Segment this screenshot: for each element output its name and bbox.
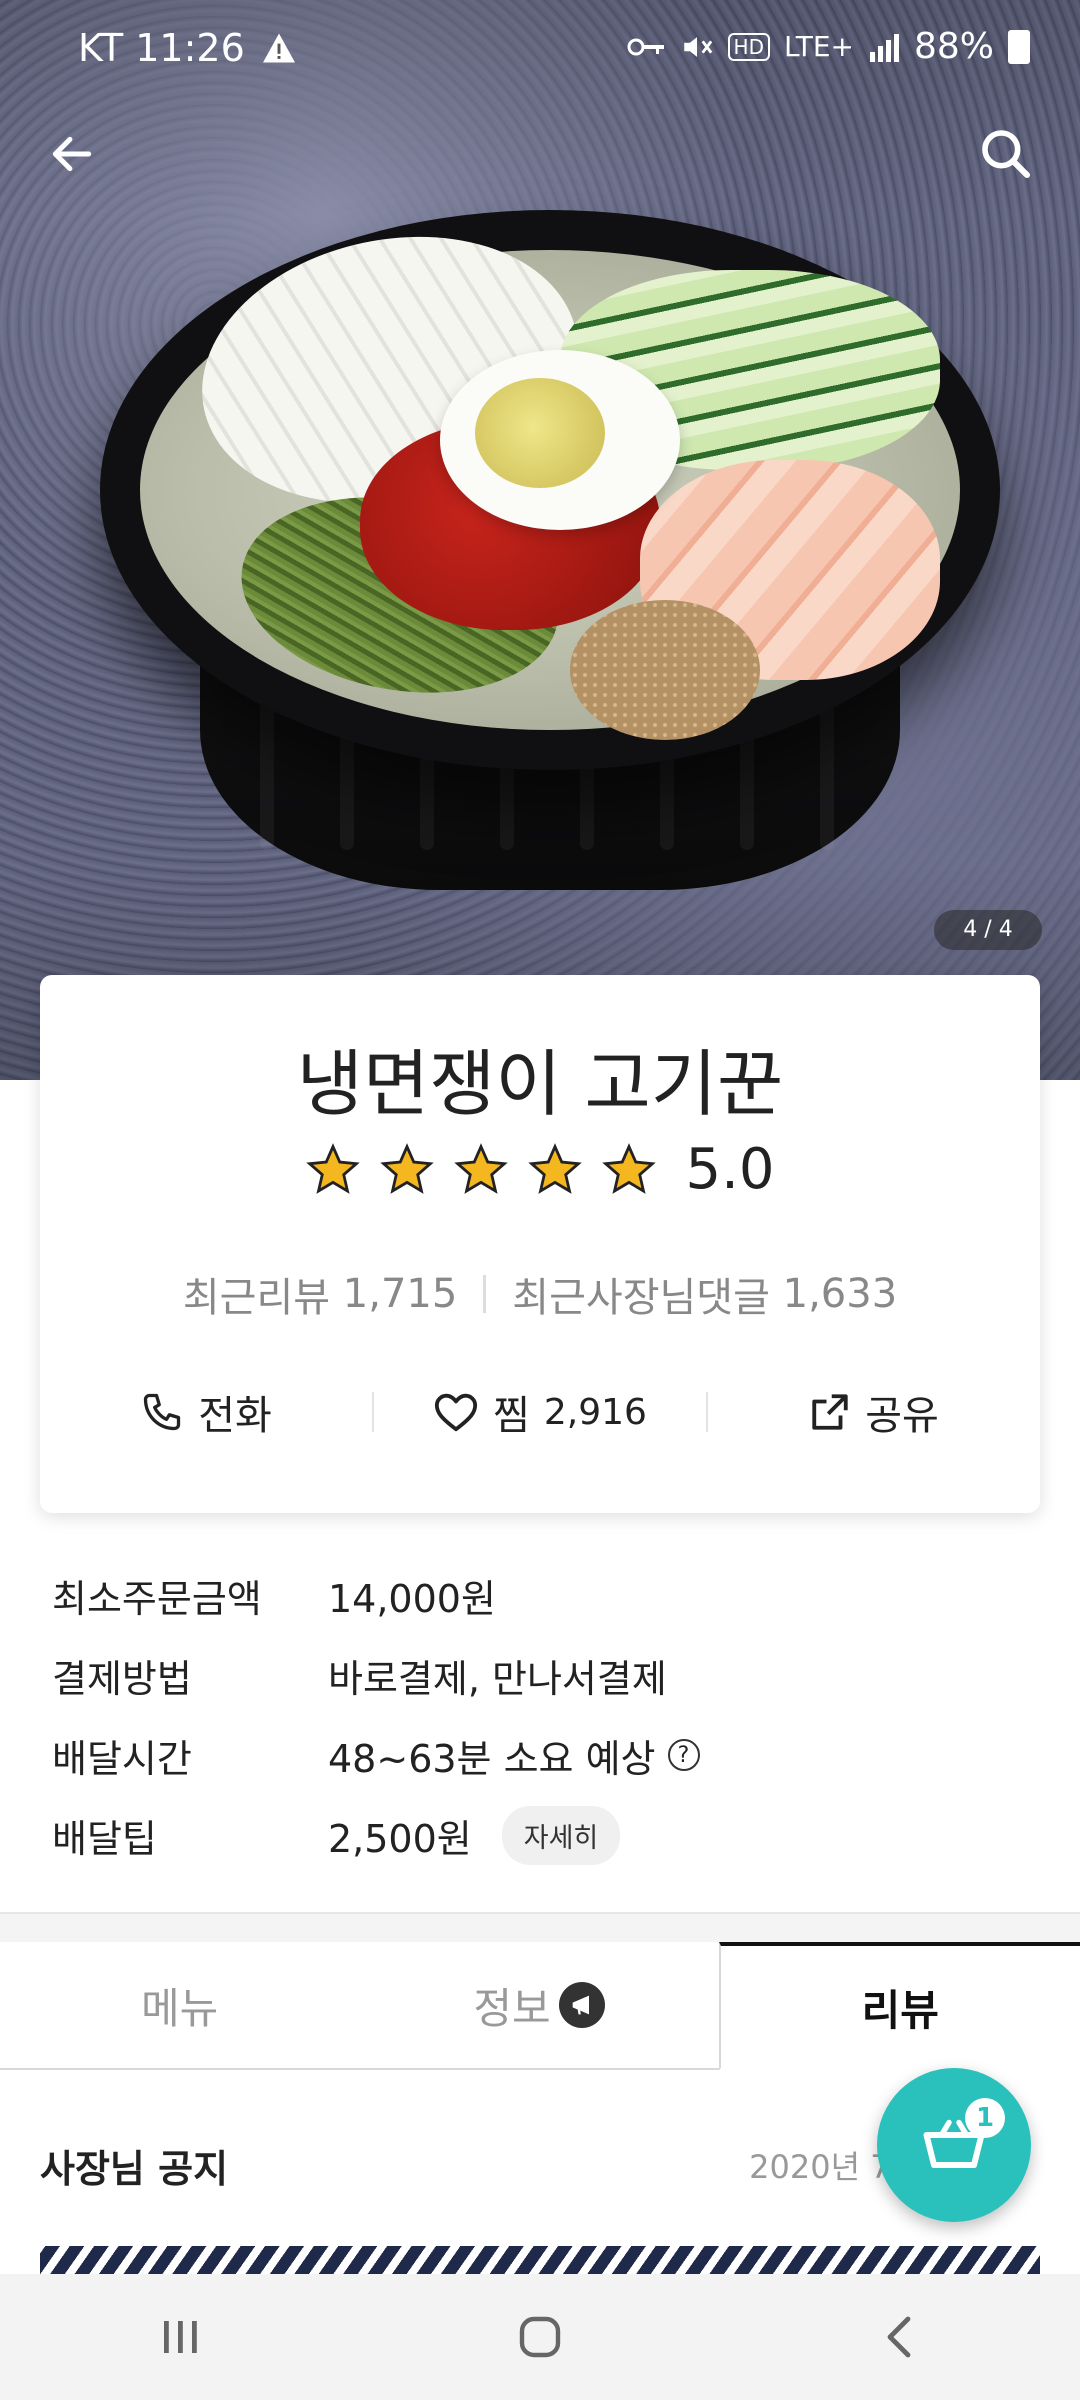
call-label: 전화 bbox=[198, 1393, 272, 1439]
heart-icon bbox=[434, 1393, 478, 1432]
chevron-left-icon bbox=[887, 2316, 911, 2358]
system-nav-bar bbox=[0, 2274, 1080, 2400]
delivery-time-value-wrap: 48~63분 소요 예상 ? bbox=[328, 1728, 700, 1783]
delivery-tip-row: 배달팁 2,500원 자세히 bbox=[52, 1795, 1032, 1875]
tip-detail-button[interactable]: 자세히 bbox=[501, 1805, 621, 1865]
tab-info[interactable]: 정보 bbox=[359, 1942, 718, 2068]
tab-label: 메뉴 bbox=[141, 1983, 219, 2033]
call-button[interactable]: 전화 bbox=[40, 1383, 372, 1441]
min-order-value: 14,000원 bbox=[328, 1576, 496, 1621]
warning-icon bbox=[262, 33, 295, 63]
share-button[interactable]: 공유 bbox=[708, 1383, 1040, 1441]
owner-replies-count: 1,633 bbox=[782, 1271, 898, 1317]
star-icon bbox=[306, 1142, 361, 1194]
tab-menu[interactable]: 메뉴 bbox=[0, 1942, 359, 2068]
star-icon bbox=[602, 1142, 657, 1194]
battery-level: 88% bbox=[913, 26, 994, 67]
owner-replies-label: 최근사장님댓글 bbox=[512, 1275, 770, 1321]
home-icon bbox=[519, 2316, 561, 2358]
star-icon bbox=[528, 1142, 583, 1194]
cart-count-badge: 1 bbox=[965, 2098, 1005, 2138]
cart-button[interactable]: 1 bbox=[877, 2068, 1031, 2222]
star-icon bbox=[380, 1142, 435, 1194]
delivery-tip-value: 2,500원 bbox=[328, 1816, 472, 1861]
payment-value: 바로결제, 만나서결제 bbox=[328, 1656, 667, 1701]
back-arrow-icon bbox=[52, 136, 92, 172]
carrier-time: KT 11:26 bbox=[78, 26, 245, 70]
payment-label: 결제방법 bbox=[52, 1656, 192, 1701]
notice-title: 사장님 공지 bbox=[40, 2146, 229, 2191]
search-icon bbox=[982, 130, 1031, 179]
tab-review[interactable]: 리뷰 bbox=[718, 1942, 1080, 2070]
rating-value: 5.0 bbox=[685, 1137, 775, 1202]
tab-label: 정보 bbox=[473, 1983, 551, 2033]
review-stats: 최근리뷰 1,715 최근사장님댓글 1,633 bbox=[40, 1265, 1040, 1323]
search-button[interactable] bbox=[966, 114, 1046, 194]
payment-row: 결제방법 바로결제, 만나서결제 bbox=[52, 1635, 1032, 1715]
recent-reviews-label: 최근리뷰 bbox=[182, 1275, 331, 1321]
store-hero-image[interactable]: 4 / 4 bbox=[0, 0, 1080, 1080]
delivery-time-value: 48~63분 소요 예상 bbox=[328, 1736, 656, 1781]
notice-banner-stripe bbox=[40, 2246, 1040, 2276]
tab-label: 리뷰 bbox=[861, 1985, 939, 2035]
delivery-tip-value-wrap: 2,500원 자세히 bbox=[328, 1805, 621, 1865]
recent-apps-icon bbox=[164, 2321, 197, 2353]
store-tabs: 메뉴 정보 리뷰 bbox=[0, 1942, 1080, 2070]
delivery-info: 최소주문금액 14,000원 결제방법 바로결제, 만나서결제 배달시간 48~… bbox=[52, 1555, 1032, 1875]
share-icon bbox=[812, 1394, 848, 1430]
key-icon bbox=[627, 38, 664, 55]
wish-label: 찜 bbox=[493, 1393, 530, 1439]
sesame-seeds bbox=[570, 600, 760, 740]
home-button[interactable] bbox=[480, 2287, 600, 2387]
signal-icon bbox=[869, 33, 899, 62]
rating-row: 5.0 bbox=[40, 1137, 1040, 1202]
divider bbox=[483, 1275, 487, 1313]
share-label: 공유 bbox=[865, 1393, 939, 1439]
store-name: 냉면쟁이 고기꾼 bbox=[296, 1042, 784, 1126]
section-divider bbox=[0, 1912, 1080, 1942]
status-bar: KT 11:26 HD LTE+ 88% bbox=[0, 0, 1080, 100]
recent-apps-button[interactable] bbox=[120, 2287, 240, 2387]
hd-badge: HD bbox=[727, 32, 770, 61]
recent-reviews-count: 1,715 bbox=[342, 1271, 458, 1317]
store-info-card: 냉면쟁이 고기꾼 5.0 최근리뷰 1,715 최근사장님댓글 1,633 전화… bbox=[40, 975, 1040, 1513]
delivery-time-row: 배달시간 48~63분 소요 예상 ? bbox=[52, 1715, 1032, 1795]
system-back-button[interactable] bbox=[840, 2287, 960, 2387]
wish-count: 2,916 bbox=[543, 1391, 647, 1433]
wish-button[interactable]: 찜 2,916 bbox=[374, 1383, 706, 1441]
min-order-label: 최소주문금액 bbox=[52, 1576, 262, 1621]
network-type: LTE+ bbox=[783, 30, 854, 63]
question-icon[interactable]: ? bbox=[667, 1739, 700, 1771]
delivery-time-label: 배달시간 bbox=[52, 1736, 192, 1781]
star-icon bbox=[454, 1142, 509, 1194]
mute-icon bbox=[683, 36, 712, 57]
back-button[interactable] bbox=[32, 114, 112, 194]
min-order-row: 최소주문금액 14,000원 bbox=[52, 1555, 1032, 1635]
battery-icon bbox=[1008, 29, 1030, 64]
delivery-tip-label: 배달팁 bbox=[52, 1816, 157, 1861]
boiled-egg bbox=[440, 350, 680, 530]
image-pager: 4 / 4 bbox=[934, 910, 1042, 950]
phone-icon bbox=[144, 1393, 181, 1431]
ad-badge-icon bbox=[558, 1982, 605, 2028]
store-actions: 전화 찜 2,916 공유 bbox=[40, 1367, 1040, 1457]
